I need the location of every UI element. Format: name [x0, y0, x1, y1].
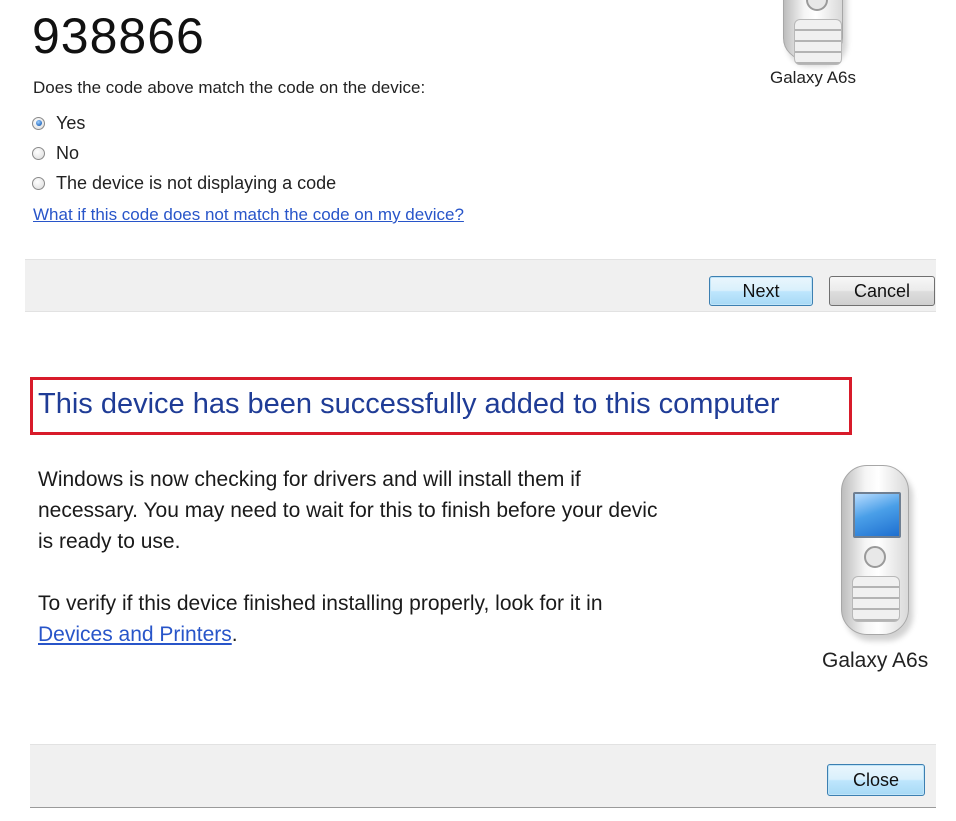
radio-no-code[interactable]: The device is not displaying a code	[32, 172, 336, 194]
device-name-label: Galaxy A6s	[822, 649, 929, 672]
pairing-code: 938866	[32, 8, 205, 64]
radio-no[interactable]: No	[32, 142, 79, 164]
success-footer: Close	[30, 744, 936, 808]
radio-button[interactable]	[32, 176, 45, 190]
radio-yes[interactable]: Yes	[32, 112, 85, 134]
radio-no-label: No	[56, 142, 80, 163]
close-button[interactable]: Close	[827, 764, 925, 796]
success-body: Windows is now checking for drivers and …	[38, 464, 766, 650]
next-button[interactable]: Next	[709, 276, 813, 306]
devices-and-printers-link[interactable]: Devices and Printers	[38, 623, 232, 646]
device-name-label: Galaxy A6s	[770, 68, 856, 87]
radio-no-code-label: The device is not displaying a code	[56, 172, 337, 193]
body-line: Windows is now checking for drivers and …	[38, 468, 581, 491]
mobile-phone-icon	[841, 465, 910, 635]
pairing-footer: Next Cancel	[25, 259, 936, 312]
radio-yes-label: Yes	[56, 112, 86, 133]
mobile-phone-icon	[783, 0, 843, 65]
success-title: This device has been successfully added …	[38, 388, 780, 420]
body-line: is ready to use.	[38, 530, 181, 553]
radio-button-checked[interactable]	[32, 116, 45, 130]
device-preview-top: Galaxy A6s	[770, 0, 856, 88]
device-preview-bottom: Galaxy A6s	[822, 465, 928, 673]
cancel-button[interactable]: Cancel	[829, 276, 935, 306]
code-match-question: Does the code above match the code on th…	[33, 78, 426, 97]
radio-button[interactable]	[32, 146, 45, 160]
verify-suffix: .	[231, 623, 238, 646]
verify-link-line: Devices and Printers.	[38, 619, 766, 650]
body-line: necessary. You may need to wait for this…	[38, 499, 658, 522]
verify-text: To verify if this device finished instal…	[38, 592, 603, 615]
bottom-divider	[30, 807, 936, 808]
code-mismatch-help-link[interactable]: What if this code does not match the cod…	[33, 205, 464, 225]
